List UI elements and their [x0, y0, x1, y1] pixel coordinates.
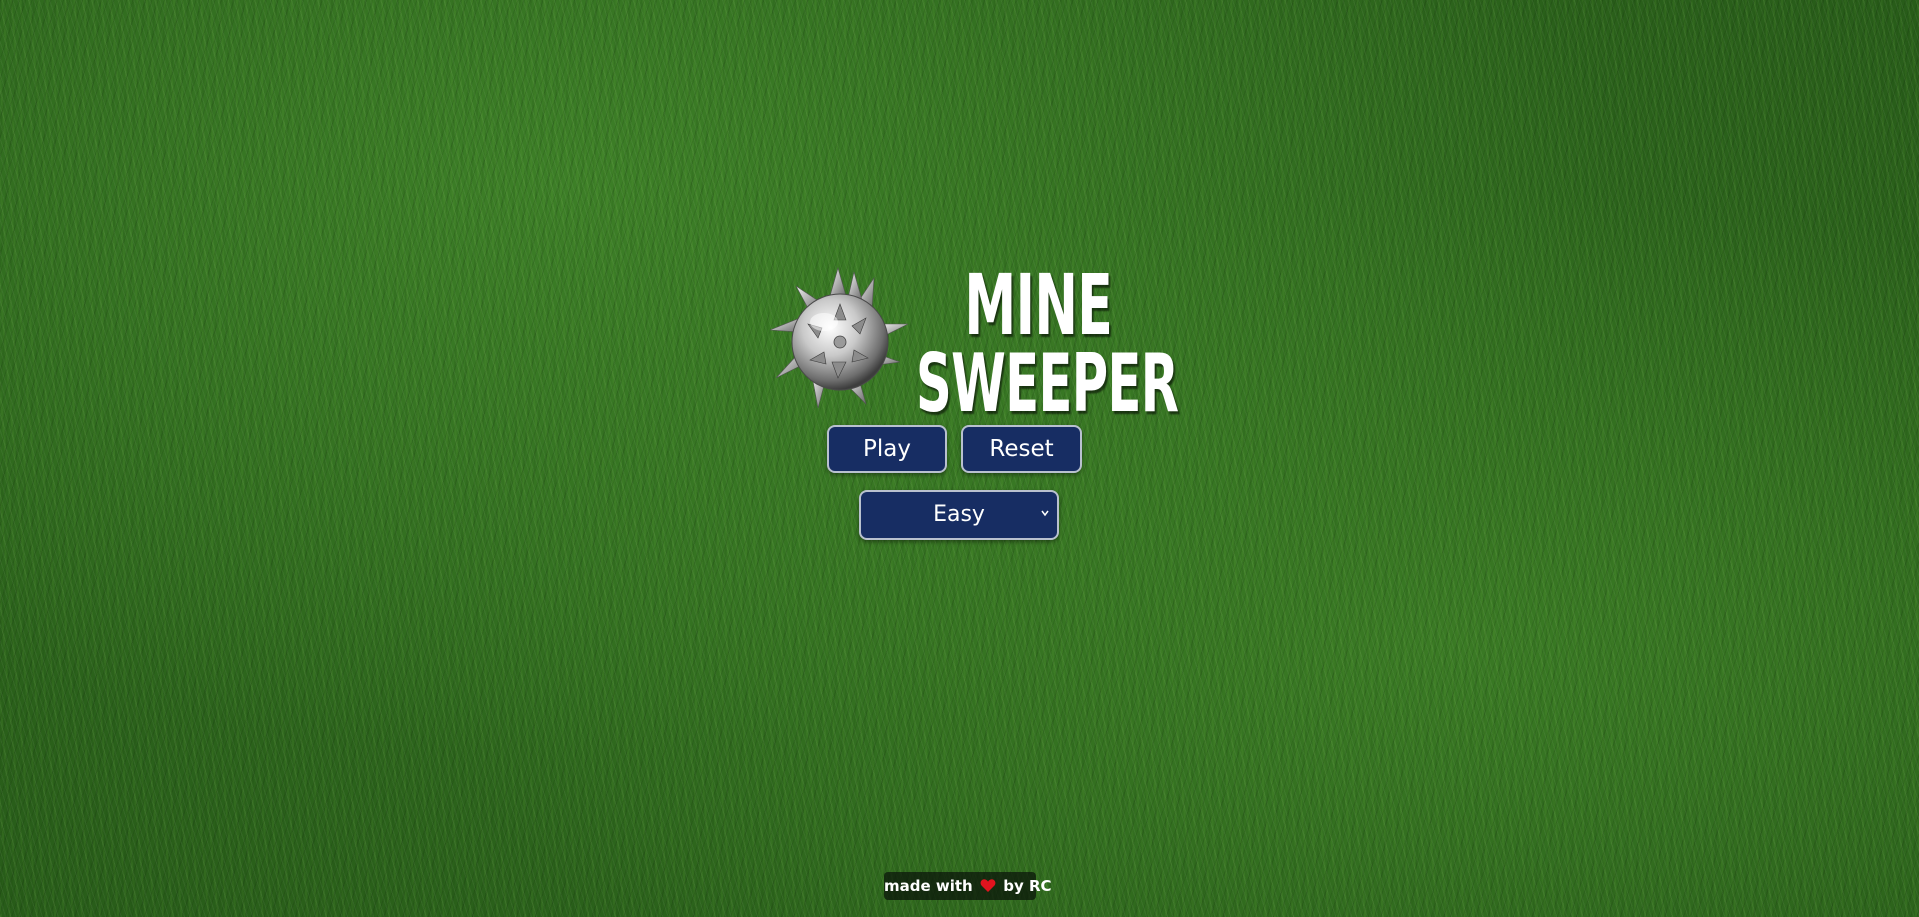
chevron-down-icon — [1041, 510, 1049, 517]
game-logo: MINE SWEEPER — [766, 262, 1179, 423]
footer-prefix: made with — [884, 877, 973, 895]
reset-button[interactable]: Reset — [961, 425, 1082, 473]
spiked-mine-icon — [769, 266, 909, 409]
footer-credit: made with by RC — [884, 872, 1052, 900]
footer-suffix: by RC — [1003, 877, 1052, 895]
game-title: MINE SWEEPER — [916, 256, 1179, 430]
difficulty-selected-value: Easy — [933, 502, 985, 527]
title-line-mine: MINE — [964, 256, 1113, 354]
heart-icon — [980, 879, 996, 892]
play-button[interactable]: Play — [827, 425, 947, 473]
difficulty-select[interactable]: Easy — [859, 490, 1059, 540]
title-line-sweeper: SWEEPER — [916, 336, 1179, 430]
